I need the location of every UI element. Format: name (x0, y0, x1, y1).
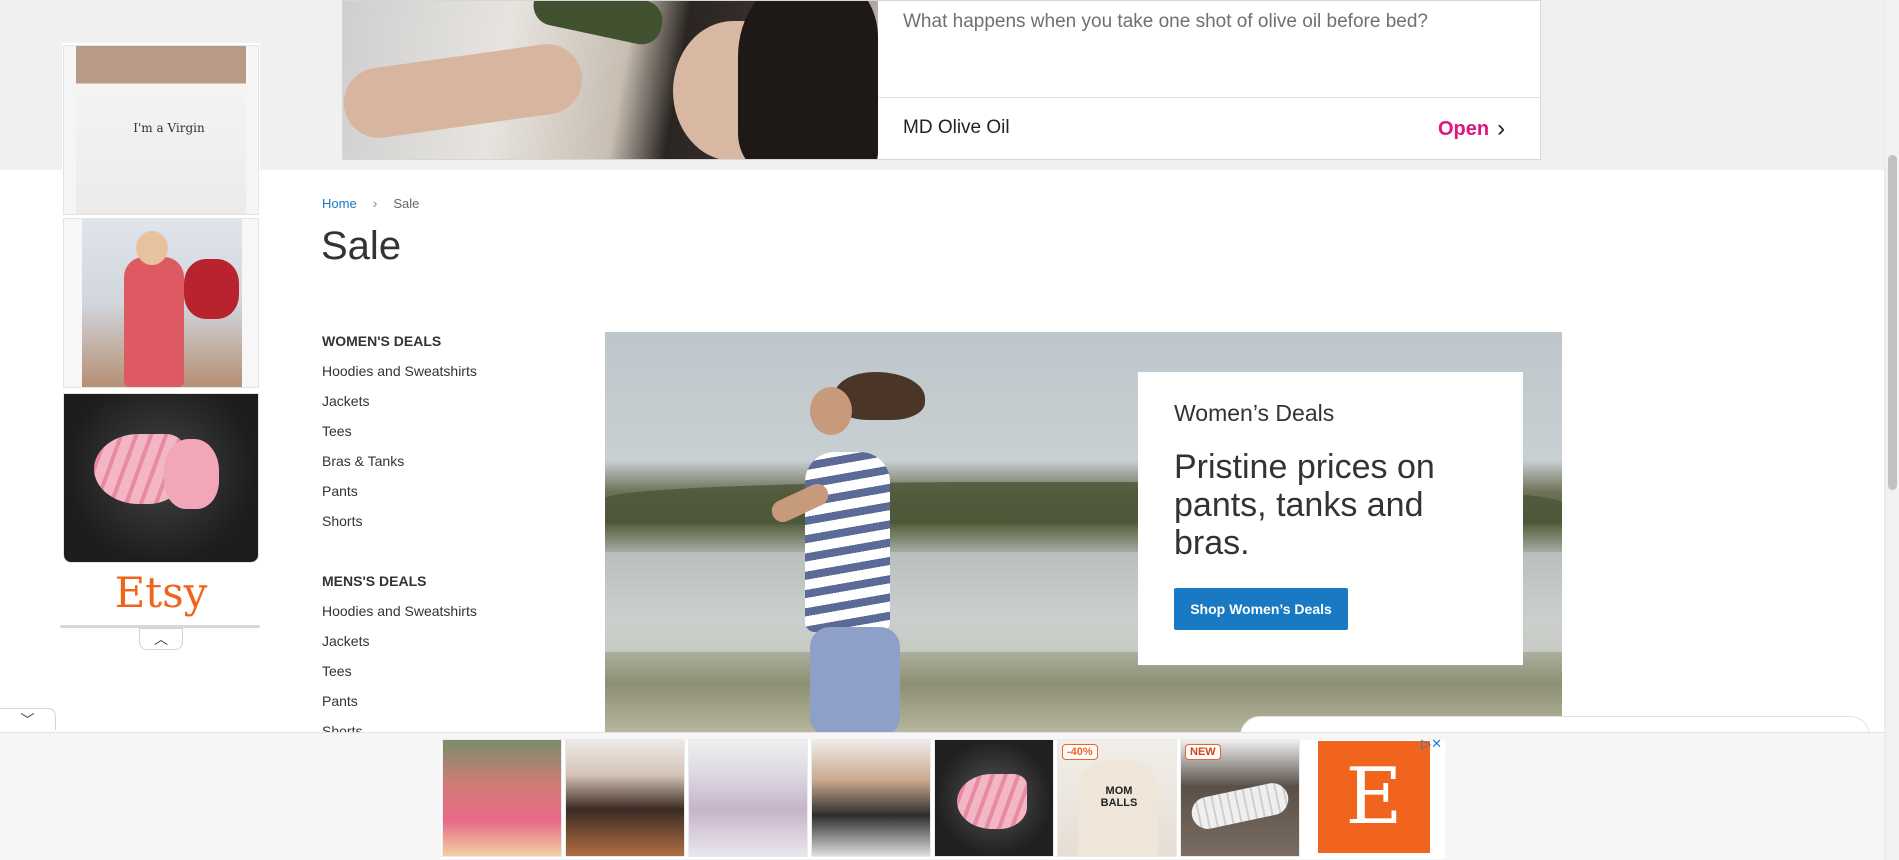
etsy-logo-tile[interactable]: E (1318, 741, 1430, 853)
new-badge: NEW (1185, 744, 1221, 760)
sidebar-category-nav: WOMEN'S DEALS Hoodies and Sweatshirts Ja… (322, 331, 572, 751)
sidebar-item-womens-shorts[interactable]: Shorts (322, 511, 572, 541)
promo-box: Women’s Deals Pristine prices on pants, … (1138, 372, 1523, 665)
ad-product-4[interactable] (811, 739, 931, 857)
top-ad-open-button[interactable]: Open › (1438, 115, 1505, 143)
sidebar-item-womens-bras-tanks[interactable]: Bras & Tanks (322, 451, 572, 481)
ad-product-figurine[interactable] (63, 393, 259, 563)
chevron-right-icon: › (1497, 115, 1506, 142)
mens-deals-title: MENS'S DEALS (322, 573, 427, 589)
open-label: Open (1438, 117, 1490, 140)
product-shape (1188, 780, 1292, 832)
top-ad-band: What happens when you take one shot of o… (0, 0, 1899, 170)
breadcrumb-separator-icon: › (372, 195, 378, 211)
ad-product-1[interactable] (442, 739, 562, 857)
hair-shape (738, 1, 878, 159)
chevron-up-icon[interactable]: ︿ (139, 628, 183, 650)
dress-shape (124, 257, 184, 387)
ad-product-tshirt[interactable]: I'm a Virgin (63, 45, 259, 215)
ad-product-7[interactable]: NEW (1180, 739, 1300, 857)
promo-headline: Pristine prices on pants, tanks and bras… (1174, 448, 1435, 562)
runner-legs-shape (810, 627, 900, 732)
etsy-logo[interactable]: Etsy (62, 568, 260, 617)
tshirt-text: I'm a Virgin (133, 121, 205, 135)
page: What happens when you take one shot of o… (0, 0, 1899, 860)
shop-womens-deals-button[interactable]: Shop Women’s Deals (1174, 588, 1348, 630)
ad-product-5[interactable] (934, 739, 1054, 857)
breadcrumb-home-link[interactable]: Home (322, 196, 357, 211)
top-banner-ad[interactable]: What happens when you take one shot of o… (342, 0, 1541, 160)
ad-product-dress[interactable] (63, 218, 259, 388)
top-ad-brand[interactable]: MD Olive Oil (903, 117, 1010, 139)
womens-deals-title: WOMEN'S DEALS (322, 333, 442, 349)
hand-shape (343, 39, 587, 143)
sidebar-item-mens-tees[interactable]: Tees (322, 661, 572, 691)
page-scrollbar[interactable] (1884, 0, 1899, 860)
page-title: Sale (321, 224, 402, 268)
shell-shape (957, 774, 1027, 829)
sidebar-item-womens-pants[interactable]: Pants (322, 481, 572, 511)
divider (878, 97, 1540, 98)
discount-badge: -40% (1062, 744, 1098, 760)
chevron-down-icon[interactable]: ﹀ (0, 708, 56, 730)
ad-product-6[interactable]: MOM BALLS -40% (1057, 739, 1177, 857)
adchoices-icon[interactable]: ▷✕ (1412, 736, 1442, 752)
sidebar-item-womens-jackets[interactable]: Jackets (322, 391, 572, 421)
left-skyscraper-ad[interactable]: ▷✕ I'm a Virgin Etsy (60, 43, 260, 628)
breadcrumb-current: Sale (393, 195, 420, 211)
sidebar-item-womens-tees[interactable]: Tees (322, 421, 572, 451)
sweatshirt-text: MOM BALLS (1100, 785, 1138, 809)
runner-head-shape (810, 387, 852, 435)
figurine-head-shape (164, 439, 219, 509)
top-ad-headline[interactable]: What happens when you take one shot of o… (903, 11, 1523, 33)
sidebar-item-mens-jackets[interactable]: Jackets (322, 631, 572, 661)
sidebar-item-womens-hoodies[interactable]: Hoodies and Sweatshirts (322, 361, 572, 391)
breadcrumb: Home › Sale (322, 195, 419, 211)
ad-product-3[interactable] (688, 739, 808, 857)
sidebar-item-mens-hoodies[interactable]: Hoodies and Sweatshirts (322, 601, 572, 631)
head-shape (136, 231, 168, 265)
flowers-shape (184, 259, 239, 319)
promo-kicker: Women’s Deals (1174, 400, 1335, 426)
bottle-shape (529, 1, 667, 49)
ad-product-2[interactable] (565, 739, 685, 857)
top-ad-image[interactable] (343, 1, 878, 159)
scrollbar-thumb[interactable] (1888, 155, 1897, 490)
runner-tank-shape (805, 452, 890, 632)
sidebar-item-mens-pants[interactable]: Pants (322, 691, 572, 721)
